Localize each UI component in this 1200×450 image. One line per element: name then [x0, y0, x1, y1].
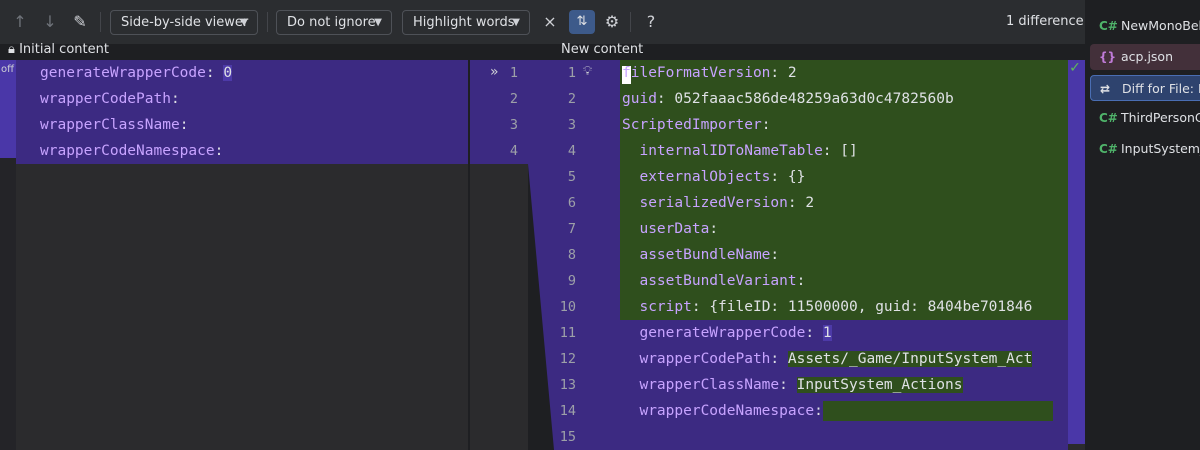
right-line-number: 3 — [567, 117, 576, 133]
lightbulb-icon[interactable]: 💡︎ — [583, 64, 592, 79]
editor-tabs-sidebar: C#NewMonoBehaviour {}acp.json ⇄Diff for … — [1085, 0, 1200, 450]
code-line: generateWrapperCode: 0 — [40, 65, 233, 81]
right-line-number: 11 — [559, 325, 576, 341]
right-line-number: 15 — [559, 429, 576, 445]
code-line: ScriptedImporter: — [622, 117, 771, 133]
right-line-number: 8 — [567, 247, 576, 263]
code-line: wrapperCodePath: Assets/_Game/InputSyste… — [639, 351, 1033, 367]
right-line-number: 7 — [567, 221, 576, 237]
tab-newmonobehaviour[interactable]: C#NewMonoBehaviour — [1090, 13, 1200, 39]
code-line: serializedVersion: 2 — [639, 195, 815, 211]
code-line: internalIDToNameTable: [] — [639, 143, 858, 159]
tab-label: ThirdPersonController — [1121, 110, 1200, 125]
tab-label: InputSystem_Actions — [1121, 141, 1200, 156]
left-line-number: 2 — [509, 91, 518, 107]
toolbar-separator — [630, 12, 631, 32]
left-editor[interactable]: off generateWrapperCode: 0 wrapperCodePa… — [0, 60, 468, 450]
lock-icon[interactable]: 🔒︎ — [8, 42, 15, 57]
right-pane-title: New content — [561, 42, 644, 57]
tab-label: acp.json — [1121, 49, 1173, 64]
code-line: assetBundleName: — [639, 247, 780, 263]
collapse-unchanged-icon[interactable]: ⨯ — [538, 10, 562, 34]
diff-icon: ⇄ — [1100, 82, 1111, 96]
chevron-down-icon: ▼ — [240, 17, 248, 28]
code-line: wrapperClassName: — [40, 117, 189, 133]
right-line-number: 14 — [559, 403, 576, 419]
previous-difference-icon[interactable]: ↑ — [8, 10, 32, 34]
csharp-file-icon: C# — [1099, 111, 1118, 125]
check-icon: ✓ — [1069, 60, 1081, 76]
right-line-number: 4 — [567, 143, 576, 159]
tab-thirdpersoncontroller[interactable]: C#ThirdPersonController — [1090, 105, 1200, 131]
right-line-number: 10 — [559, 299, 576, 315]
right-line-number: 9 — [567, 273, 576, 289]
right-line-number: 1 — [567, 65, 576, 81]
tab-diff-for-file[interactable]: ⇄ Diff for File: Input — [1090, 75, 1200, 101]
right-line-number: 5 — [567, 169, 576, 185]
code-line: fileFormatVersion: 2 — [622, 65, 797, 81]
viewer-mode-label: Side-by-side viewer — [121, 15, 249, 30]
annotation-off-label: off — [1, 64, 15, 75]
edit-pencil-icon[interactable]: ✎ — [68, 10, 92, 34]
left-line-number: 3 — [509, 117, 518, 133]
diff-connector: » 1 2 3 4 1 2 3 4 5 6 7 8 9 10 11 12 13 … — [470, 60, 620, 450]
code-line: wrapperCodeNamespace: — [622, 398, 1053, 424]
chevron-down-icon: ▼ — [512, 17, 520, 28]
code-line: assetBundleVariant: — [639, 273, 806, 289]
highlight-mode-dropdown[interactable]: Highlight words ▼ — [402, 10, 530, 35]
code-line: externalObjects: {} — [639, 169, 806, 185]
next-difference-icon[interactable]: ↓ — [38, 10, 62, 34]
code-line: guid: 052faaac586de48259a63d0c4782560b — [622, 91, 954, 107]
code-line: wrapperCodePath: — [40, 91, 180, 107]
tab-acp-json[interactable]: {} acp.json — [1090, 44, 1200, 70]
viewer-mode-dropdown[interactable]: Side-by-side viewer ▼ — [110, 10, 258, 35]
right-editor[interactable]: ✓ fileFormatVersion: 2 guid: 052faaac586… — [620, 60, 1085, 450]
toolbar-separator — [267, 12, 268, 32]
code-line: generateWrapperCode: 1 — [639, 325, 832, 341]
ignore-whitespace-label: Do not ignore — [287, 15, 376, 30]
left-pane-title: Initial content — [19, 42, 109, 57]
right-line-number: 2 — [567, 91, 576, 107]
json-file-icon: {} — [1099, 50, 1117, 64]
left-line-number: 4 — [509, 143, 518, 159]
difference-count: 1 difference — [1006, 14, 1084, 29]
left-line-number: 1 — [509, 65, 518, 81]
code-line: wrapperClassName: InputSystem_Actions — [639, 377, 963, 393]
csharp-file-icon: C# — [1099, 142, 1118, 156]
tab-inputsystem-actions[interactable]: C#InputSystem_Actions — [1090, 136, 1200, 162]
code-line: wrapperCodeNamespace: — [40, 143, 224, 159]
csharp-file-icon: C# — [1099, 19, 1118, 33]
help-icon[interactable]: ? — [639, 10, 663, 34]
right-line-number: 12 — [559, 351, 576, 367]
highlight-mode-label: Highlight words — [413, 15, 515, 30]
gear-icon[interactable]: ⚙ — [600, 10, 624, 34]
left-gutter — [0, 60, 16, 450]
right-line-number: 13 — [559, 377, 576, 393]
toolbar-separator — [100, 12, 101, 32]
tab-label: Diff for File: Input — [1122, 81, 1200, 96]
right-change-stripe — [1068, 60, 1085, 444]
code-line: script: {fileID: 11500000, guid: 8404be7… — [639, 299, 1033, 315]
ignore-whitespace-dropdown[interactable]: Do not ignore ▼ — [276, 10, 392, 35]
right-line-number: 6 — [567, 195, 576, 211]
chevron-down-icon: ▼ — [374, 17, 382, 28]
synchronize-scrolling-toggle[interactable]: ⇅ — [569, 10, 595, 34]
code-line: userData: — [639, 221, 719, 237]
diff-toolbar: ↑ ↓ ✎ Side-by-side viewer ▼ Do not ignor… — [0, 0, 1085, 44]
left-pane-header: 🔒︎ Initial content — [0, 40, 600, 60]
tab-label: NewMonoBehaviour — [1121, 18, 1200, 33]
